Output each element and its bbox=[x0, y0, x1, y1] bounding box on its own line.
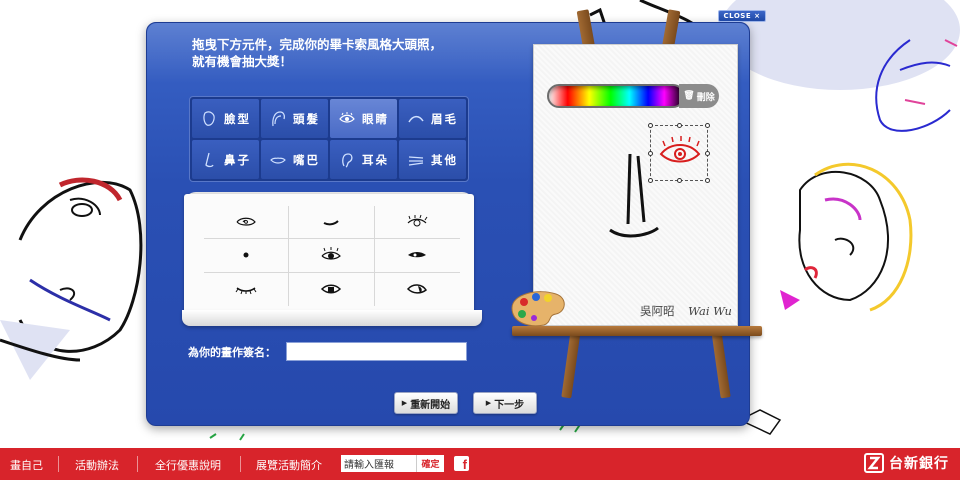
tab-eyes[interactable]: 眼睛 bbox=[330, 99, 397, 138]
tab-nose[interactable]: 鼻子 bbox=[192, 140, 259, 179]
eye-part-6[interactable] bbox=[374, 239, 460, 273]
tab-label: 其他 bbox=[431, 152, 458, 167]
trash-icon: 🗑 bbox=[683, 91, 695, 101]
selection-box[interactable] bbox=[648, 123, 710, 183]
mouth-icon bbox=[270, 156, 286, 164]
signature-label: 為你的畫作簽名： bbox=[188, 346, 276, 359]
footer-search-button[interactable]: 確定 bbox=[416, 455, 444, 472]
next-button[interactable]: ▶ 下一步 bbox=[473, 392, 537, 414]
tab-label: 臉型 bbox=[224, 111, 251, 126]
resize-handle[interactable] bbox=[705, 178, 710, 183]
signature-zh: 吳阿昭 bbox=[640, 304, 675, 318]
resize-handle[interactable] bbox=[648, 123, 653, 128]
tab-ears[interactable]: 耳朵 bbox=[330, 140, 397, 179]
parts-scroll-bottom bbox=[182, 310, 482, 326]
footer-link-exhibition[interactable]: 展覽活動簡介 bbox=[256, 457, 322, 473]
eye-part-3[interactable] bbox=[374, 206, 460, 240]
delete-button[interactable]: 🗑 刪除 bbox=[679, 84, 719, 108]
resize-handle[interactable] bbox=[648, 178, 653, 183]
restart-label: 重新開始 bbox=[410, 399, 451, 411]
resize-handle[interactable] bbox=[677, 178, 682, 183]
placed-eye bbox=[659, 136, 701, 163]
next-label: 下一步 bbox=[494, 399, 525, 411]
eyebrow-icon bbox=[408, 115, 424, 122]
footer-divider bbox=[137, 456, 138, 472]
ear-icon bbox=[342, 152, 353, 168]
other-icon bbox=[408, 155, 424, 166]
footer-divider bbox=[58, 456, 59, 472]
tab-other[interactable]: 其他 bbox=[399, 140, 466, 179]
footer-bar: 畫自己 活動辦法 全行優惠說明 展覽活動簡介 請輸入匯報 確定 f 台新銀行 bbox=[0, 448, 960, 480]
eye-icon bbox=[339, 111, 355, 123]
eye-part-7[interactable] bbox=[204, 272, 290, 306]
face-shape-icon bbox=[203, 110, 215, 126]
color-picker[interactable] bbox=[547, 84, 685, 108]
eye-part-1[interactable] bbox=[204, 206, 290, 240]
tab-label: 耳朵 bbox=[362, 152, 389, 167]
close-label: CLOSE bbox=[723, 12, 752, 20]
signature-input[interactable] bbox=[286, 342, 467, 361]
facebook-icon[interactable]: f bbox=[454, 456, 469, 471]
footer-link-offers[interactable]: 全行優惠說明 bbox=[155, 457, 221, 473]
nose-icon bbox=[205, 152, 214, 167]
instruction-line-1: 拖曳下方元件，完成你的畢卡索風格大頭照， bbox=[192, 37, 443, 52]
eye-part-8[interactable] bbox=[289, 272, 375, 306]
palette-icon bbox=[511, 291, 565, 327]
hair-icon bbox=[272, 110, 285, 126]
eye-part-9[interactable] bbox=[375, 273, 460, 306]
bank-logo-icon bbox=[864, 453, 884, 473]
resize-handle[interactable] bbox=[648, 151, 653, 156]
restart-button[interactable]: ▶ 重新開始 bbox=[394, 392, 458, 414]
tab-label: 嘴巴 bbox=[293, 152, 320, 167]
close-button[interactable]: CLOSE × bbox=[718, 10, 766, 22]
footer-divider bbox=[240, 456, 241, 472]
instruction-text: 拖曳下方元件，完成你的畢卡索風格大頭照， 就有機會抽大獎！ bbox=[192, 36, 492, 70]
tab-label: 頭髮 bbox=[293, 111, 320, 126]
tab-eyebrows[interactable]: 眉毛 bbox=[399, 99, 466, 138]
delete-label: 刪除 bbox=[696, 92, 715, 103]
tab-label: 眼睛 bbox=[362, 111, 389, 126]
tab-mouth[interactable]: 嘴巴 bbox=[261, 140, 328, 179]
tab-hair[interactable]: 頭髮 bbox=[261, 99, 328, 138]
footer-link-rules[interactable]: 活動辦法 bbox=[75, 457, 119, 473]
bank-name: 台新銀行 bbox=[889, 456, 949, 472]
arrow-right-icon: ▶ bbox=[485, 399, 492, 407]
eye-part-5[interactable] bbox=[289, 239, 375, 273]
instruction-line-2: 就有機會抽大獎！ bbox=[192, 54, 293, 69]
eye-part-4[interactable] bbox=[204, 239, 290, 273]
tab-label: 眉毛 bbox=[431, 111, 458, 126]
arrow-right-icon: ▶ bbox=[401, 399, 408, 407]
resize-handle[interactable] bbox=[677, 123, 682, 128]
category-tabs: 臉型 頭髮 眼睛 眉毛 鼻子 嘴巴 耳朵 其他 bbox=[189, 96, 469, 182]
footer-link-draw-yourself[interactable]: 畫自己 bbox=[10, 457, 43, 473]
tab-label: 鼻子 bbox=[224, 152, 251, 167]
parts-grid bbox=[204, 206, 460, 306]
close-icon: × bbox=[754, 12, 761, 20]
canvas-signature: 吳阿昭 Wai Wu bbox=[640, 303, 732, 319]
signature-en: Wai Wu bbox=[688, 304, 732, 318]
bank-logo[interactable]: 台新銀行 bbox=[864, 453, 949, 473]
tab-face-shape[interactable]: 臉型 bbox=[192, 99, 259, 138]
resize-handle[interactable] bbox=[705, 123, 710, 128]
footer-search-input[interactable]: 請輸入匯報 bbox=[341, 455, 416, 472]
resize-handle[interactable] bbox=[705, 151, 710, 156]
eye-part-2[interactable] bbox=[289, 206, 375, 240]
